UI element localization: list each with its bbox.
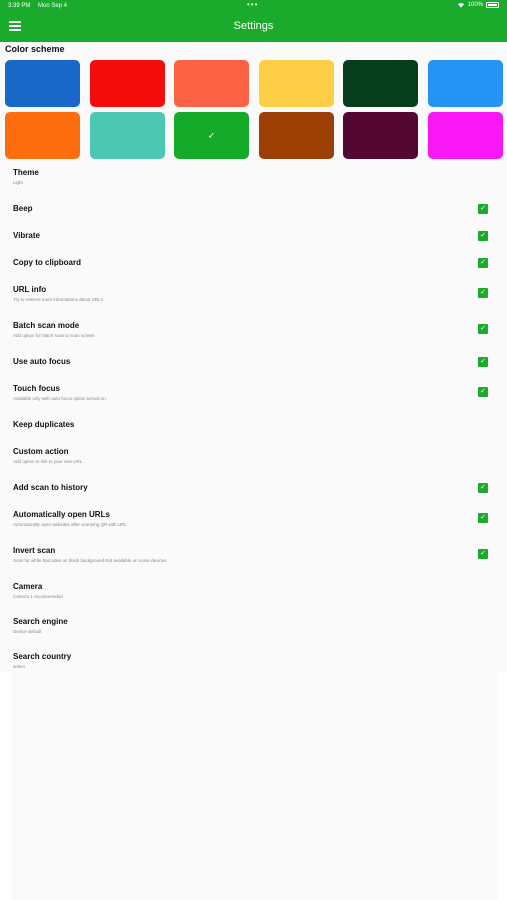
setting-row[interactable]: Use auto focus ✓ [0, 357, 507, 373]
setting-row[interactable]: Search engine Device default [0, 617, 507, 641]
checkbox[interactable]: ✓ [478, 483, 488, 493]
color-swatch[interactable] [174, 60, 249, 107]
page-title: Settings [233, 20, 274, 32]
setting-row[interactable]: URL info Try to retrieve more information… [0, 285, 507, 309]
multitask-dots[interactable]: ••• [247, 1, 258, 9]
setting-subtitle: Device default [13, 629, 42, 634]
color-swatch[interactable] [427, 112, 503, 159]
setting-row[interactable]: Theme Light [0, 168, 507, 192]
color-swatch[interactable] [89, 60, 165, 107]
color-swatch[interactable] [343, 112, 418, 159]
selected-check-icon: ✓ [207, 130, 216, 140]
setting-subtitle: Camera 1 recommended [13, 594, 63, 599]
color-swatch[interactable] [5, 112, 80, 159]
setting-row[interactable]: Batch scan mode Add option for batch scan… [0, 321, 507, 345]
setting-label: Add scan to history [13, 483, 88, 492]
setting-subtitle: Add option to link to your own URL [13, 459, 83, 464]
color-swatch[interactable] [5, 60, 80, 107]
color-swatch[interactable] [343, 60, 418, 107]
setting-label: Use auto focus [13, 357, 71, 366]
setting-label: Batch scan mode [13, 321, 80, 330]
checkbox[interactable]: ✓ [478, 549, 488, 559]
setting-row[interactable]: Vibrate ✓ [0, 231, 507, 247]
battery-percent: 100% [467, 2, 483, 8]
checkbox[interactable]: ✓ [478, 324, 488, 334]
setting-label: Camera [13, 582, 43, 591]
setting-label: Vibrate [13, 231, 40, 240]
setting-row[interactable]: Automatically open URLs Automatically ope… [0, 510, 507, 534]
setting-subtitle: Light [13, 180, 23, 185]
color-swatch-grid: ✓ [5, 60, 503, 159]
setting-row[interactable]: Add scan to history ✓ [0, 483, 507, 499]
setting-subtitle: Add option for batch scan to scan screen [13, 333, 95, 338]
setting-row[interactable]: Touch focus Available only with auto focu… [0, 384, 507, 408]
setting-label: Copy to clipboard [13, 258, 81, 267]
status-right: 100% [457, 2, 499, 8]
checkbox[interactable]: ✓ [478, 204, 488, 214]
setting-subtitle: Scan for white barcodes on black backgro… [13, 558, 167, 563]
setting-label: Search engine [13, 617, 68, 626]
status-bar: 3:39 PM Mon Sep 4 ••• 100% [0, 0, 507, 12]
checkbox[interactable]: ✓ [478, 357, 488, 367]
setting-label: Custom action [13, 447, 69, 456]
setting-label: Automatically open URLs [13, 510, 110, 519]
setting-subtitle: Automatically open websites after scanni… [13, 522, 127, 527]
checkbox[interactable]: ✓ [478, 288, 488, 298]
color-scheme-title: Color scheme [5, 44, 65, 54]
setting-subtitle: select [13, 664, 25, 669]
color-swatch[interactable]: ✓ [174, 112, 249, 159]
setting-label: Invert scan [13, 546, 56, 555]
setting-label: Beep [13, 204, 33, 213]
wifi-icon [457, 3, 464, 8]
status-date: Mon Sep 4 [38, 3, 68, 9]
setting-label: Theme [13, 168, 39, 177]
setting-row[interactable]: Keep duplicates [0, 420, 507, 436]
setting-row[interactable]: Beep ✓ [0, 204, 507, 220]
setting-label: URL info [13, 285, 47, 294]
setting-label: Search country [13, 652, 72, 661]
color-swatch[interactable] [427, 60, 503, 107]
settings-content: Color scheme ✓ Theme Light Beep ✓ Vibrate ✓ Co… [0, 42, 507, 672]
checkbox[interactable]: ✓ [478, 513, 488, 523]
settings-card-bottom [12, 672, 498, 900]
setting-row[interactable]: Camera Camera 1 recommended [0, 582, 507, 606]
app-bar: 3:39 PM Mon Sep 4 ••• 100% Settings [0, 0, 507, 42]
status-time: 3:39 PM [8, 3, 31, 9]
color-swatch[interactable] [89, 112, 165, 159]
setting-subtitle: Try to retrieve more informations about … [13, 297, 103, 302]
setting-label: Touch focus [13, 384, 60, 393]
checkbox[interactable]: ✓ [478, 387, 488, 397]
setting-subtitle: Available only with auto focus option tu… [13, 396, 106, 401]
checkbox[interactable]: ✓ [478, 231, 488, 241]
checkbox[interactable]: ✓ [478, 258, 488, 268]
setting-label: Keep duplicates [13, 420, 75, 429]
setting-row[interactable]: Custom action Add option to link to your … [0, 447, 507, 471]
color-swatch[interactable] [258, 60, 334, 107]
color-swatch[interactable] [258, 112, 334, 159]
battery-icon [486, 2, 499, 8]
setting-row[interactable]: Copy to clipboard ✓ [0, 258, 507, 274]
setting-row[interactable]: Invert scan Scan for white barcodes on bl… [0, 546, 507, 570]
